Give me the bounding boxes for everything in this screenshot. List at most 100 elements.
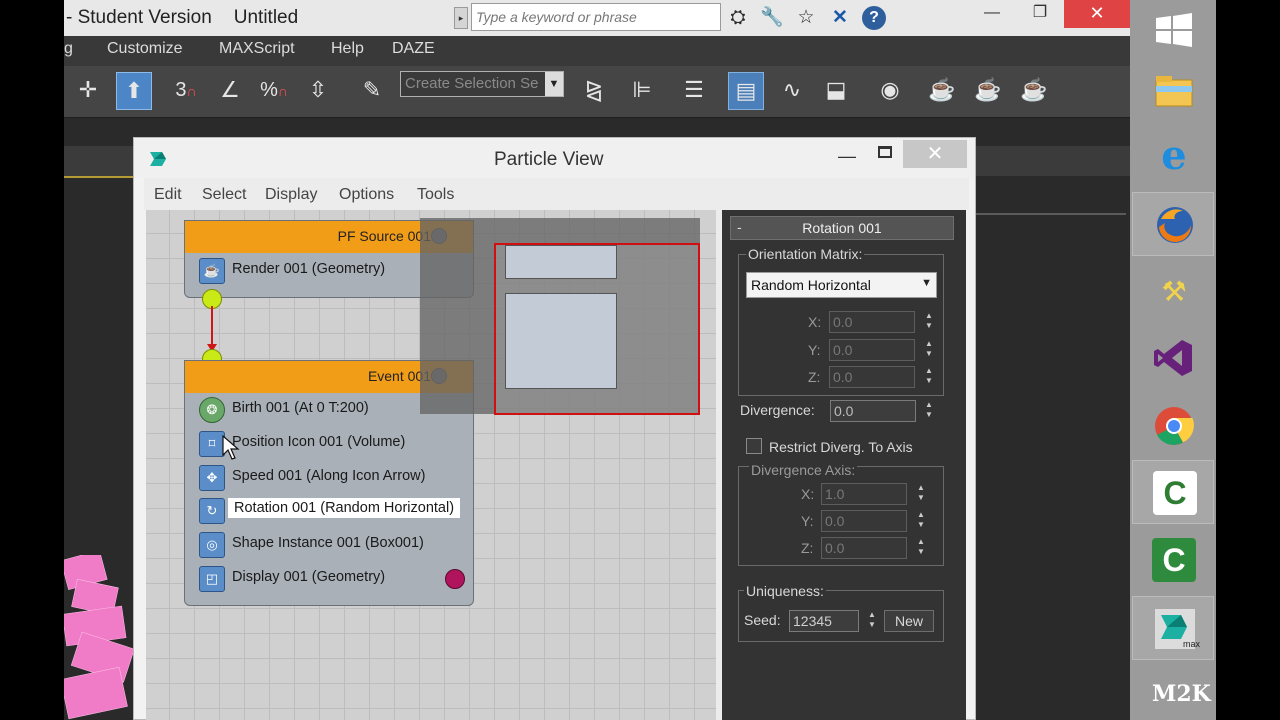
navigator-frame[interactable] xyxy=(494,243,700,415)
menu-item-maxscript[interactable]: MAXScript xyxy=(219,40,295,58)
pv-maximize-button[interactable] xyxy=(878,146,892,158)
taskbar-tools[interactable]: ⚒ xyxy=(1132,260,1214,324)
minimize-button[interactable]: — xyxy=(968,0,1016,28)
align-icon[interactable]: ⊫ xyxy=(624,72,660,110)
divergence-spinner[interactable]: 0.0 xyxy=(830,400,916,422)
pv-minimize-button[interactable]: — xyxy=(838,146,856,167)
percent-snap-icon[interactable]: %∩ xyxy=(256,72,292,110)
visual-studio-icon xyxy=(1154,340,1192,376)
edit-named-selection-icon[interactable]: ✎ xyxy=(354,72,390,110)
particle-view-window: Particle View — ✕ Edit Select Display Op… xyxy=(133,137,976,720)
z-spinner[interactable]: 0.0 xyxy=(829,366,915,388)
tools-icon: ⚒ xyxy=(1161,276,1187,307)
help-icon[interactable]: ? xyxy=(862,6,886,30)
menu-item-help[interactable]: Help xyxy=(331,40,364,58)
x-spinner[interactable]: 0.0 xyxy=(829,311,915,333)
divergence-spinner-arrows[interactable]: ▲ ▼ xyxy=(923,400,935,422)
pv-close-button[interactable]: ✕ xyxy=(903,140,967,168)
layer-manager-icon[interactable]: ☰ xyxy=(676,72,712,110)
firefox-icon xyxy=(1157,207,1193,243)
particle-view-canvas[interactable]: PF Source 001 ☕ Render 001 (Geometry) Ev… xyxy=(146,210,716,720)
birth-icon: ❂ xyxy=(199,397,225,423)
pv-menu-edit[interactable]: Edit xyxy=(154,186,182,204)
close-button[interactable]: ✕ xyxy=(1064,0,1130,28)
menu-item-daze[interactable]: DAZE xyxy=(392,40,435,58)
taskbar-3ds-max[interactable]: max xyxy=(1132,596,1214,660)
taskbar-start[interactable] xyxy=(1132,0,1214,64)
axis-y-spinner[interactable]: 0.0 xyxy=(821,510,907,532)
particle-preview xyxy=(64,555,134,720)
restrict-divergence-checkbox[interactable] xyxy=(746,438,762,454)
taskbar-m2k[interactable]: M2K xyxy=(1132,664,1214,720)
pv-menu-options[interactable]: Options xyxy=(339,186,394,204)
y-spinner[interactable]: 0.0 xyxy=(829,339,915,361)
mouse-cursor-icon xyxy=(222,435,240,460)
main-toolbar: ✛ ⬆ 3∩ ∠ %∩ ⇳ ✎ Create Selection Se ▼ ⧎ ⊫… xyxy=(64,66,1130,118)
pv-menu-display[interactable]: Display xyxy=(265,186,317,204)
maximize-button[interactable]: ❐ xyxy=(1016,0,1064,28)
menu-item-partial[interactable]: g xyxy=(64,40,73,58)
keyword-search-input[interactable]: Type a keyword or phrase xyxy=(471,3,721,31)
taskbar-firefox[interactable] xyxy=(1132,192,1214,256)
display-color-swatch[interactable] xyxy=(445,569,465,589)
operator-label: Birth 001 (At 0 T:200) xyxy=(232,400,369,416)
operator-label: Position Icon 001 (Volume) xyxy=(232,434,406,450)
infocenter-icons: ⛭ 🔧 ☆ ✕ ? xyxy=(726,4,886,32)
percent-label: % xyxy=(260,79,278,101)
axis-y-spinner-arrows[interactable]: ▲ ▼ xyxy=(915,510,927,532)
menu-item-customize[interactable]: Customize xyxy=(107,40,183,58)
seed-label: Seed: xyxy=(744,612,781,628)
operator-shape-instance[interactable]: ◎ Shape Instance 001 (Box001) xyxy=(185,529,473,559)
axis-x-spinner-arrows[interactable]: ▲ ▼ xyxy=(915,483,927,505)
file-explorer-icon xyxy=(1155,76,1193,107)
seed-spinner[interactable]: 12345 xyxy=(789,610,859,632)
axis-z-spinner-arrows[interactable]: ▲ ▼ xyxy=(915,537,927,559)
rollout-header[interactable]: - Rotation 001 xyxy=(730,216,954,240)
select-and-place-icon[interactable]: ⬆ xyxy=(116,72,152,110)
display-icon: ◰ xyxy=(199,566,225,592)
pv-menu-tools[interactable]: Tools xyxy=(417,186,454,204)
taskbar-file-explorer[interactable] xyxy=(1132,60,1214,124)
operator-label: Display 001 (Geometry) xyxy=(232,569,386,585)
x-spinner-arrows[interactable]: ▲ ▼ xyxy=(923,311,935,333)
star-icon[interactable]: ☆ xyxy=(794,6,818,30)
taskbar-internet-explorer[interactable]: e xyxy=(1132,124,1214,188)
spinner-snap-icon[interactable]: ⇳ xyxy=(300,72,336,110)
taskbar-camtasia-recorder[interactable]: C xyxy=(1132,528,1214,592)
render-setup-icon[interactable]: ☕ xyxy=(924,72,960,110)
z-label: Z: xyxy=(808,369,821,385)
operator-display[interactable]: ◰ Display 001 (Geometry) xyxy=(185,563,473,593)
binoculars-icon[interactable]: ⛭ xyxy=(726,6,750,30)
y-spinner-arrows[interactable]: ▲ ▼ xyxy=(923,339,935,361)
mirror-icon[interactable]: ⧎ xyxy=(576,72,612,110)
pv-menu-select[interactable]: Select xyxy=(202,186,246,204)
scene-explorer-icon[interactable]: ▤ xyxy=(728,72,764,110)
axis-x-spinner[interactable]: 1.0 xyxy=(821,483,907,505)
taskbar-camtasia[interactable]: C xyxy=(1132,460,1214,524)
angle-snap-icon[interactable]: ∠ xyxy=(212,72,248,110)
render-icon[interactable]: ☕ xyxy=(1016,72,1052,110)
named-selection-set-dropdown[interactable]: Create Selection Se ▼ xyxy=(400,71,564,97)
taskbar-chrome[interactable] xyxy=(1132,394,1214,458)
search-expand-button[interactable]: ▸ xyxy=(454,7,468,29)
operator-rotation[interactable]: ↻ Rotation 001 (Random Horizontal) xyxy=(185,495,473,525)
shape-instance-icon: ◎ xyxy=(199,532,225,558)
z-spinner-arrows[interactable]: ▲ ▼ xyxy=(923,366,935,388)
orientation-dropdown[interactable]: Random Horizontal ▼ xyxy=(746,272,937,298)
move-icon[interactable]: ✛ xyxy=(70,72,106,110)
new-seed-button[interactable]: New xyxy=(884,610,934,632)
rendered-frame-icon[interactable]: ☕ xyxy=(970,72,1006,110)
seed-spinner-arrows[interactable]: ▲ ▼ xyxy=(866,610,878,632)
wrench-icon[interactable]: 🔧 xyxy=(760,6,784,30)
schematic-view-icon[interactable]: ⬓ xyxy=(818,72,854,110)
exchange-icon[interactable]: ✕ xyxy=(828,6,852,30)
operator-speed[interactable]: ✥ Speed 001 (Along Icon Arrow) xyxy=(185,462,473,492)
axis-z-spinner[interactable]: 0.0 xyxy=(821,537,907,559)
divergence-axis-label: Divergence Axis: xyxy=(749,462,858,478)
material-editor-icon[interactable]: ◉ xyxy=(872,72,908,110)
taskbar-visual-studio[interactable] xyxy=(1132,326,1214,390)
particle-view-menu: Edit Select Display Options Tools xyxy=(144,178,969,210)
curve-editor-icon[interactable]: ∿ xyxy=(774,72,810,110)
max-sublabel: max xyxy=(1183,639,1201,649)
snaps-toggle-icon[interactable]: 3∩ xyxy=(168,72,204,110)
